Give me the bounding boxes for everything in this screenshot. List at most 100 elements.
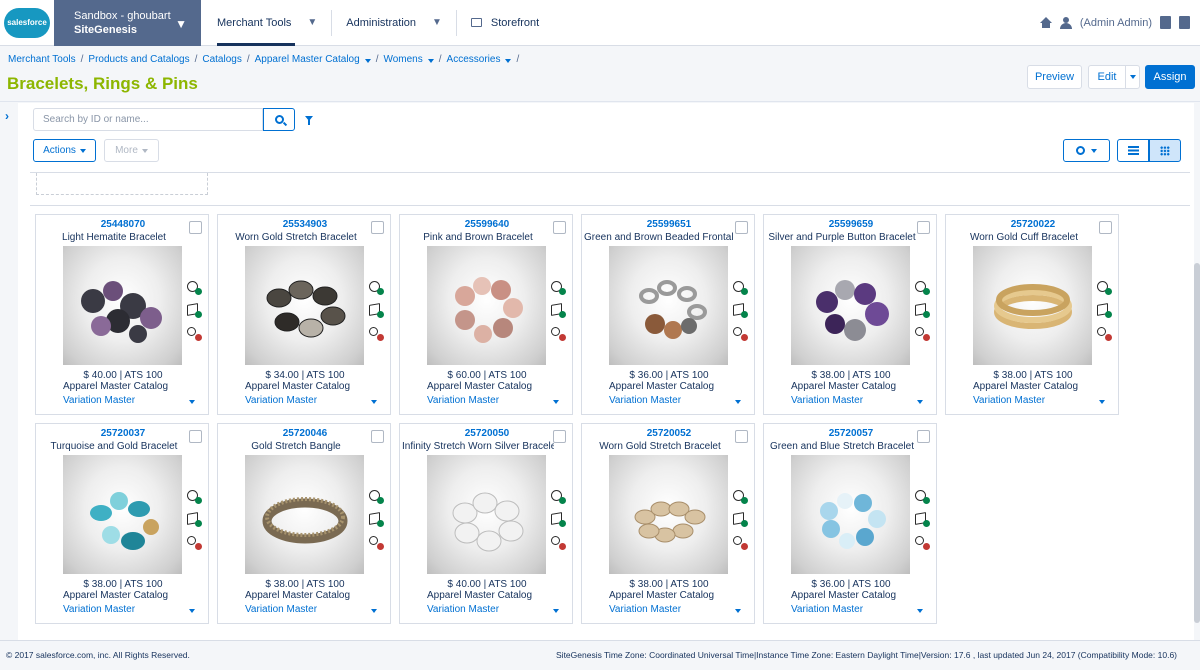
product-id-link[interactable]: 25720022: [946, 219, 1120, 230]
chevron-down-icon[interactable]: [189, 400, 195, 404]
chevron-down-icon[interactable]: [553, 609, 559, 613]
chevron-down-icon[interactable]: [917, 609, 923, 613]
select-checkbox[interactable]: [1099, 221, 1112, 234]
help-book-icon[interactable]: [1160, 16, 1171, 29]
variation-master-link[interactable]: Variation Master: [245, 395, 317, 406]
chevron-down-icon[interactable]: [371, 609, 377, 613]
product-id-link[interactable]: 25599659: [764, 219, 938, 230]
chevron-down-icon[interactable]: [364, 59, 371, 63]
chevron-down-icon[interactable]: [735, 609, 741, 613]
product-id-link[interactable]: 25720046: [218, 428, 392, 439]
crumb-products-catalogs[interactable]: Products and Catalogs: [88, 54, 189, 65]
product-image[interactable]: [791, 455, 910, 574]
list-view-button[interactable]: [1117, 139, 1149, 162]
select-checkbox[interactable]: [553, 221, 566, 234]
product-image[interactable]: [609, 455, 728, 574]
variation-master-link[interactable]: Variation Master: [791, 604, 863, 615]
product-tile[interactable]: 25720057 Green and Blue Stretch Bracelet $…: [763, 423, 937, 624]
select-checkbox[interactable]: [371, 221, 384, 234]
variation-master-link[interactable]: Variation Master: [245, 604, 317, 615]
select-checkbox[interactable]: [553, 430, 566, 443]
variation-master-link[interactable]: Variation Master: [609, 395, 681, 406]
sandbox-switcher[interactable]: Sandbox - ghoubart SiteGenesis ▼: [54, 0, 201, 46]
crumb-apparel-master-catalog[interactable]: Apparel Master Catalog: [255, 54, 360, 65]
user-name[interactable]: (Admin Admin): [1080, 17, 1152, 29]
variation-master-link[interactable]: Variation Master: [427, 604, 499, 615]
crumb-accessories[interactable]: Accessories: [447, 54, 501, 65]
product-tile[interactable]: 25720037 Turquoise and Gold Bracelet $ 38.…: [35, 423, 209, 624]
preview-button[interactable]: Preview: [1027, 65, 1082, 89]
product-tile[interactable]: 25448070 Light Hematite Bracelet $ 40.00 |…: [35, 214, 209, 415]
more-button[interactable]: More: [104, 139, 159, 162]
select-checkbox[interactable]: [735, 430, 748, 443]
product-image[interactable]: [609, 246, 728, 365]
product-tile[interactable]: 25599651 Green and Brown Beaded Frontal C…: [581, 214, 755, 415]
nav-merchant-tools[interactable]: Merchant Tools ▼: [203, 0, 331, 46]
select-checkbox[interactable]: [189, 430, 202, 443]
scrollbar[interactable]: [1194, 103, 1200, 640]
product-tile[interactable]: 25720050 Infinity Stretch Worn Silver Bra…: [399, 423, 573, 624]
scrollbar-thumb[interactable]: [1194, 263, 1200, 623]
product-image[interactable]: [245, 455, 364, 574]
product-id-link[interactable]: 25720057: [764, 428, 938, 439]
assign-button[interactable]: Assign: [1145, 65, 1195, 89]
variation-master-link[interactable]: Variation Master: [427, 395, 499, 406]
product-image[interactable]: [427, 455, 546, 574]
product-tile[interactable]: 25599640 Pink and Brown Bracelet $ 60.00 |…: [399, 214, 573, 415]
product-id-link[interactable]: 25720037: [36, 428, 210, 439]
home-icon[interactable]: [1039, 17, 1052, 28]
variation-master-link[interactable]: Variation Master: [63, 395, 135, 406]
filter-icon[interactable]: [305, 116, 313, 125]
actions-button[interactable]: Actions: [33, 139, 96, 162]
product-id-link[interactable]: 25599651: [582, 219, 756, 230]
product-id-link[interactable]: 25448070: [36, 219, 210, 230]
edit-menu-button[interactable]: [1125, 65, 1140, 89]
product-id-link[interactable]: 25720050: [400, 428, 574, 439]
chevron-down-icon[interactable]: [189, 609, 195, 613]
chevron-down-icon[interactable]: [371, 400, 377, 404]
select-checkbox[interactable]: [917, 430, 930, 443]
variation-master-link[interactable]: Variation Master: [791, 395, 863, 406]
product-image[interactable]: [427, 246, 546, 365]
select-checkbox[interactable]: [371, 430, 384, 443]
nav-storefront[interactable]: Storefront: [457, 0, 553, 46]
salesforce-logo[interactable]: salesforce: [0, 0, 54, 46]
search-button[interactable]: [263, 108, 295, 131]
logout-icon[interactable]: [1179, 16, 1190, 29]
product-id-link[interactable]: 25599640: [400, 219, 574, 230]
select-checkbox[interactable]: [189, 221, 202, 234]
product-tile[interactable]: 25534903 Worn Gold Stretch Bracelet $ 34.0…: [217, 214, 391, 415]
product-image[interactable]: [791, 246, 910, 365]
chevron-down-icon[interactable]: [505, 59, 512, 63]
product-id-link[interactable]: 25720052: [582, 428, 756, 439]
product-id-link[interactable]: 25534903: [218, 219, 392, 230]
crumb-merchant-tools[interactable]: Merchant Tools: [8, 54, 76, 65]
product-image[interactable]: [63, 455, 182, 574]
nav-administration[interactable]: Administration ▼: [332, 0, 456, 46]
variation-master-link[interactable]: Variation Master: [63, 604, 135, 615]
product-image[interactable]: [973, 246, 1092, 365]
chevron-down-icon[interactable]: [735, 400, 741, 404]
product-tile[interactable]: 25720022 Worn Gold Cuff Bracelet $ 38.00 |…: [945, 214, 1119, 415]
variation-master-link[interactable]: Variation Master: [973, 395, 1045, 406]
crumb-womens[interactable]: Womens: [383, 54, 422, 65]
product-tile[interactable]: 25720046 Gold Stretch Bangle $ 38.00 | ATS…: [217, 423, 391, 624]
chevron-down-icon[interactable]: [1099, 400, 1105, 404]
expand-panel-icon[interactable]: ›: [5, 109, 9, 123]
chevron-down-icon[interactable]: [553, 400, 559, 404]
settings-button[interactable]: [1063, 139, 1110, 162]
chevron-down-icon[interactable]: ▼: [432, 17, 442, 28]
search-input[interactable]: Search by ID or name...: [33, 108, 263, 131]
chevron-down-icon[interactable]: ▼: [307, 17, 317, 28]
product-tile[interactable]: 25599659 Silver and Purple Button Bracele…: [763, 214, 937, 415]
edit-button[interactable]: Edit: [1088, 65, 1126, 89]
select-checkbox[interactable]: [735, 221, 748, 234]
chevron-down-icon[interactable]: [427, 59, 434, 63]
product-image[interactable]: [63, 246, 182, 365]
select-checkbox[interactable]: [917, 221, 930, 234]
grid-view-button[interactable]: [1149, 139, 1181, 162]
variation-master-link[interactable]: Variation Master: [609, 604, 681, 615]
product-tile[interactable]: 25720052 Worn Gold Stretch Bracelet $ 38.0…: [581, 423, 755, 624]
chevron-down-icon[interactable]: [917, 400, 923, 404]
crumb-catalogs[interactable]: Catalogs: [202, 54, 241, 65]
